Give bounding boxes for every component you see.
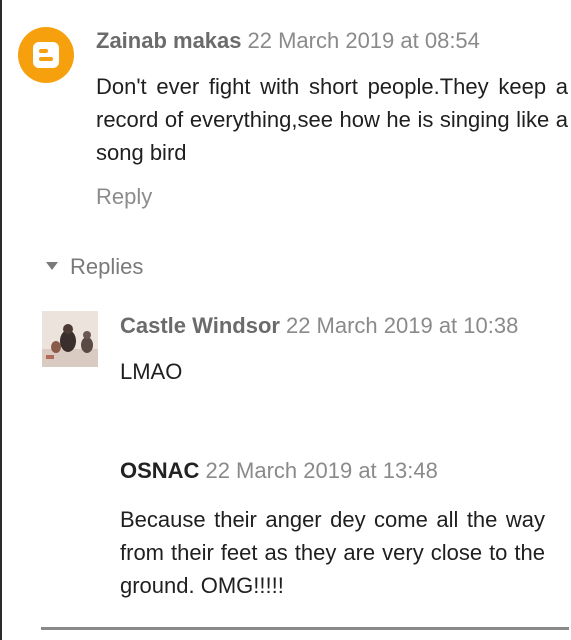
reply-body: Because their anger dey come all the way… xyxy=(120,507,545,598)
replies-toggle-label: Replies xyxy=(70,254,144,279)
reply-meta: OSNAC 22 March 2019 at 13:48 xyxy=(120,457,438,485)
comment-timestamp[interactable]: 22 March 2019 at 08:54 xyxy=(248,28,480,53)
caret-down-icon xyxy=(46,262,58,270)
divider xyxy=(41,627,569,630)
comment-meta: Zainab makas 22 March 2019 at 08:54 xyxy=(96,27,480,55)
reply-button[interactable]: Reply xyxy=(96,183,152,211)
reply-timestamp[interactable]: 22 March 2019 at 13:48 xyxy=(205,458,437,483)
reply-meta: Castle Windsor 22 March 2019 at 10:38 xyxy=(120,312,518,340)
avatar[interactable] xyxy=(42,311,98,367)
reply-author[interactable]: OSNAC xyxy=(120,458,199,483)
reply-timestamp[interactable]: 22 March 2019 at 10:38 xyxy=(286,313,518,338)
comment-author[interactable]: Zainab makas xyxy=(96,28,242,53)
blogger-logo-icon[interactable] xyxy=(18,27,74,83)
reply-author[interactable]: Castle Windsor xyxy=(120,313,280,338)
replies-toggle[interactable]: Replies xyxy=(46,253,143,281)
left-border xyxy=(0,0,2,640)
comment-body: Don't ever fight with short people.They … xyxy=(96,74,568,165)
reply-body: LMAO xyxy=(120,359,183,384)
